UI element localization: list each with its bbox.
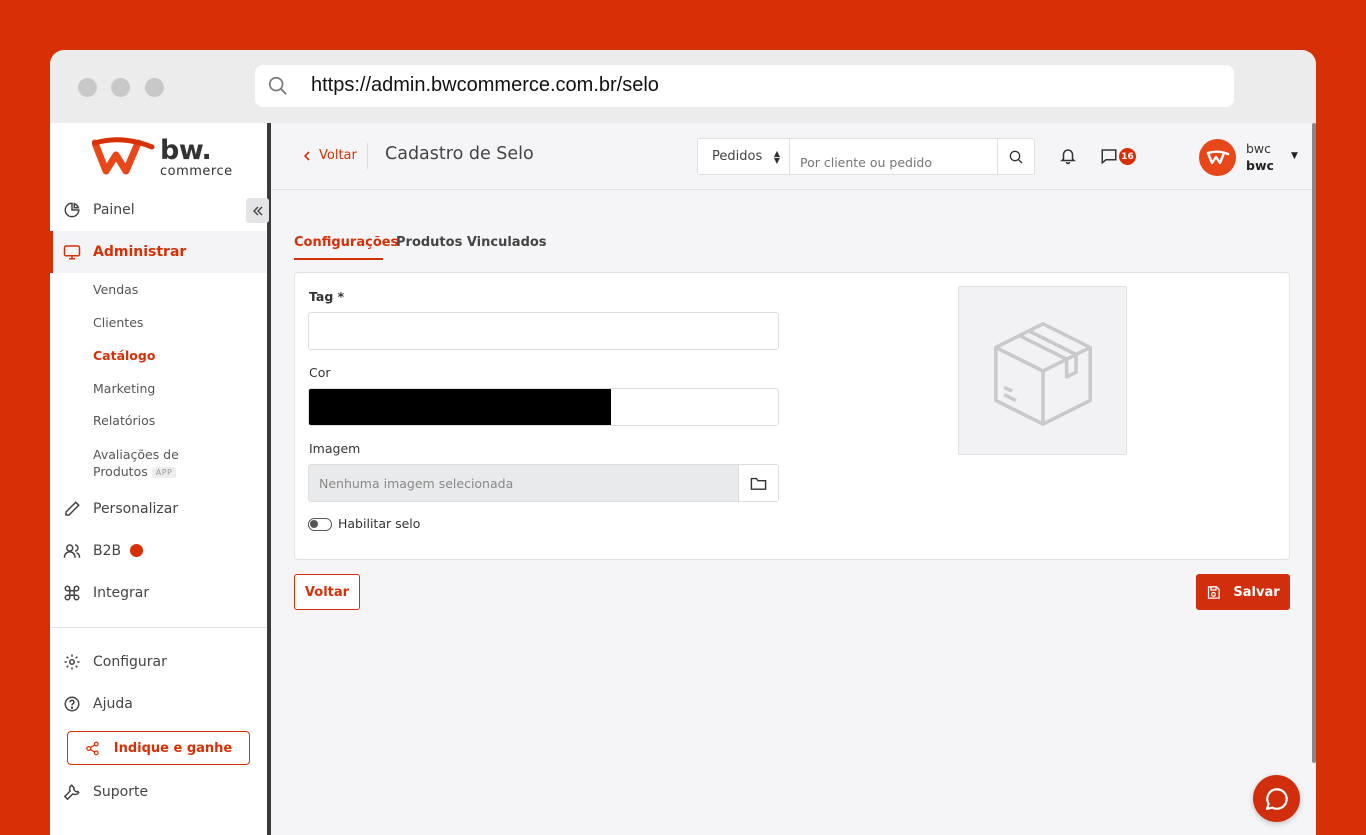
sidebar: bw. commerce Painel Administrar Vendas C…	[50, 123, 271, 835]
sidebar-item-personalizar[interactable]: Personalizar	[50, 488, 267, 530]
search-icon	[1009, 150, 1023, 163]
sidebar-item-label: B2B	[93, 543, 122, 559]
browser-window: https://admin.bwcommerce.com.br/selo bw.…	[50, 50, 1316, 835]
enable-seal-label: Habilitar selo	[338, 516, 421, 531]
enable-seal-toggle[interactable]	[308, 518, 332, 531]
tab-produtos-vinculados[interactable]: Produtos Vinculados	[396, 235, 547, 250]
save-button[interactable]: Salvar	[1196, 574, 1290, 610]
scrollbar[interactable]	[1312, 123, 1316, 763]
sidebar-subitem-vendas[interactable]: Vendas	[93, 282, 138, 297]
image-label: Imagem	[309, 441, 361, 456]
wrench-icon	[63, 784, 80, 801]
help-icon	[64, 696, 80, 712]
color-swatch	[309, 389, 611, 425]
sidebar-subitem-marketing[interactable]: Marketing	[93, 381, 155, 396]
sidebar-item-label: Painel	[93, 202, 135, 218]
avatar[interactable]	[1199, 139, 1236, 176]
sidebar-item-label: Suporte	[93, 784, 149, 800]
search-icon	[268, 76, 287, 95]
monitor-icon	[63, 245, 81, 260]
pie-chart-icon	[64, 202, 80, 218]
browse-image-button[interactable]	[738, 465, 778, 501]
sidebar-subitem-avaliacoes[interactable]: Avaliações de	[93, 447, 179, 462]
save-label: Salvar	[1233, 584, 1280, 600]
chevron-left-icon	[303, 150, 310, 161]
brand-logo[interactable]: bw. commerce	[91, 135, 232, 181]
tab-configuracoes[interactable]: Configurações	[294, 235, 398, 250]
url-text: https://admin.bwcommerce.com.br/selo	[311, 74, 659, 96]
sidebar-item-label: Configurar	[93, 654, 167, 670]
sidebar-item-painel[interactable]: Painel	[50, 189, 267, 231]
sidebar-divider	[50, 627, 267, 628]
users-icon	[63, 544, 81, 558]
back-link[interactable]: Voltar	[303, 148, 357, 163]
window-minimize-dot[interactable]	[111, 78, 130, 97]
app-badge: APP	[151, 467, 177, 478]
order-search: Pedidos ▲ ▼	[697, 138, 1035, 175]
floppy-disk-icon	[1208, 585, 1221, 599]
messages-count-badge: 16	[1119, 148, 1136, 165]
sidebar-item-integrar[interactable]: Integrar	[50, 572, 267, 614]
image-file-input[interactable]: Nenhuma imagem selecionada	[308, 464, 779, 502]
image-preview	[958, 286, 1127, 455]
sidebar-item-label: Administrar	[93, 244, 187, 260]
share-icon	[85, 741, 99, 755]
search-type-value: Pedidos	[712, 149, 763, 164]
sidebar-item-ajuda[interactable]: Ajuda	[50, 683, 267, 725]
chat-support-button[interactable]	[1253, 775, 1300, 822]
image-placeholder: Nenhuma imagem selecionada	[319, 476, 514, 491]
bw-logo-icon	[1206, 150, 1229, 164]
caret-down-icon[interactable]: ▼	[1291, 151, 1298, 161]
color-picker[interactable]	[308, 388, 779, 426]
sidebar-subitem-produtos[interactable]: Produtos APP	[93, 464, 177, 479]
package-box-icon	[993, 321, 1092, 426]
back-label: Voltar	[319, 148, 357, 163]
gear-icon	[64, 654, 80, 670]
topbar-separator	[367, 143, 368, 169]
window-maximize-dot[interactable]	[145, 78, 164, 97]
user-company[interactable]: bwc	[1246, 158, 1274, 173]
sidebar-subitem-catalogo[interactable]: Catálogo	[93, 348, 155, 363]
sidebar-item-suporte[interactable]: Suporte	[50, 771, 267, 813]
select-arrows-icon: ▲ ▼	[773, 149, 780, 165]
sidebar-subitem-produtos-label: Produtos	[93, 464, 148, 479]
brand-name: bw.	[160, 135, 212, 166]
topbar: Voltar Cadastro de Selo Pedidos ▲▼ 16	[271, 123, 1316, 190]
form-card: Tag * Cor Imagem Nenhuma imagem selecion…	[294, 272, 1290, 560]
search-input[interactable]	[790, 139, 998, 174]
bell-icon[interactable]	[1059, 147, 1077, 165]
sidebar-subitem-relatorios[interactable]: Relatórios	[93, 413, 155, 428]
brand-sub: commerce	[160, 164, 233, 179]
sidebar-subitem-clientes[interactable]: Clientes	[93, 315, 143, 330]
address-bar[interactable]: https://admin.bwcommerce.com.br/selo	[255, 65, 1234, 107]
search-type-select[interactable]: Pedidos ▲ ▼	[698, 139, 790, 174]
app: bw. commerce Painel Administrar Vendas C…	[50, 123, 1316, 835]
page-title: Cadastro de Selo	[385, 144, 534, 164]
command-icon	[64, 585, 80, 601]
tag-input[interactable]	[308, 312, 779, 350]
back-button[interactable]: Voltar	[294, 574, 360, 610]
sidebar-item-configurar[interactable]: Configurar	[50, 641, 267, 683]
active-tab-underline	[294, 258, 383, 260]
window-close-dot[interactable]	[78, 78, 97, 97]
messages-icon[interactable]	[1100, 147, 1118, 165]
user-name[interactable]: bwc	[1246, 141, 1271, 156]
sidebar-item-label: Ajuda	[93, 696, 133, 712]
pencil-icon	[65, 501, 80, 516]
color-label: Cor	[309, 365, 331, 380]
sidebar-item-label: Personalizar	[93, 501, 179, 517]
bw-logo-icon	[91, 137, 155, 175]
tag-label: Tag *	[309, 289, 345, 304]
sidebar-item-label: Integrar	[93, 585, 150, 601]
toggle-knob	[310, 520, 318, 528]
folder-icon	[750, 477, 767, 490]
browser-titlebar: https://admin.bwcommerce.com.br/selo	[50, 50, 1316, 123]
sidebar-item-administrar[interactable]: Administrar	[50, 231, 267, 273]
chat-bubble-icon	[1265, 787, 1288, 810]
indique-label: Indique e ganhe	[113, 740, 233, 756]
search-button[interactable]	[997, 139, 1034, 174]
sidebar-item-b2b[interactable]: B2B	[50, 530, 267, 572]
indique-e-ganhe-button[interactable]: Indique e ganhe	[67, 731, 250, 765]
new-badge-icon	[130, 544, 143, 557]
